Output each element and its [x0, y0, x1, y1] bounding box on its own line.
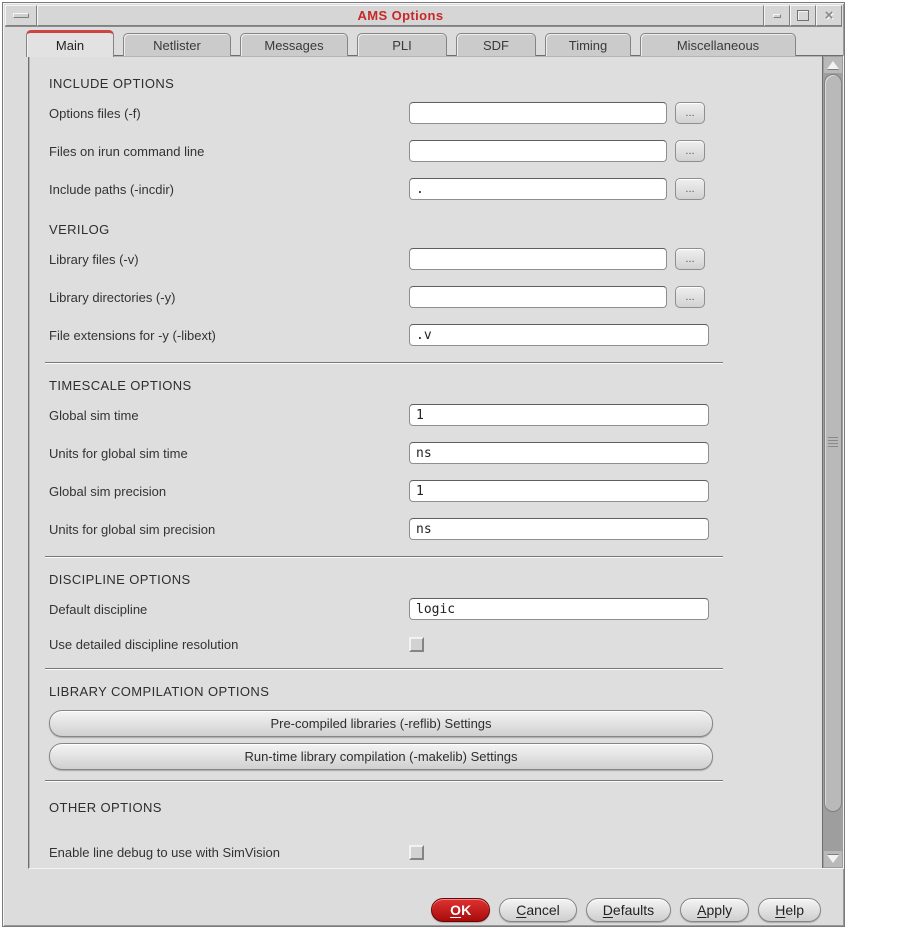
global-sim-precision-label: Global sim precision — [49, 483, 167, 499]
global-sim-time-label: Global sim time — [49, 407, 139, 423]
scrollbar-grip-icon — [828, 437, 838, 448]
window-menu-button[interactable] — [5, 5, 37, 26]
scroll-down-button[interactable] — [824, 851, 842, 867]
tab-pli[interactable]: PLI — [357, 33, 447, 56]
main-tab-panel: INCLUDE OPTIONS Options files (-f) ... F… — [28, 55, 844, 869]
default-discipline-label: Default discipline — [49, 601, 148, 617]
maximize-icon — [797, 10, 809, 21]
global-sim-time-units-input[interactable] — [409, 442, 709, 464]
ams-options-dialog: AMS Options × Main Netlister Messages PL… — [2, 2, 845, 927]
separator — [45, 362, 723, 364]
separator — [45, 780, 723, 782]
arrow-down-icon — [827, 855, 839, 863]
scrollbar-thumb[interactable] — [824, 74, 842, 812]
form-row: Enable line debug to use with SimVision — [29, 836, 822, 868]
tab-bar: Main Netlister Messages PLI SDF Timing M… — [5, 28, 842, 57]
line-debug-label: Enable line debug to use with SimVision — [49, 844, 281, 860]
detailed-discipline-label: Use detailed discipline resolution — [49, 636, 239, 652]
tab-timing[interactable]: Timing — [545, 33, 631, 56]
form-row: Default discipline — [29, 590, 822, 628]
global-sim-time-input[interactable] — [409, 404, 709, 426]
form-row: Include paths (-incdir) ... — [29, 170, 822, 208]
form-row: File extensions for -y (-libext) — [29, 316, 822, 354]
section-header-include-options: INCLUDE OPTIONS — [49, 76, 175, 91]
makelib-settings-button[interactable]: Run-time library compilation (-makelib) … — [49, 743, 713, 770]
form-row: Use detailed discipline resolution — [29, 628, 822, 660]
options-form: INCLUDE OPTIONS Options files (-f) ... F… — [29, 56, 822, 868]
library-files-browse-button[interactable]: ... — [675, 248, 705, 270]
scroll-up-button[interactable] — [824, 57, 842, 73]
default-discipline-input[interactable] — [409, 598, 709, 620]
form-row: Global sim precision — [29, 472, 822, 510]
library-files-input[interactable] — [409, 248, 667, 270]
detailed-discipline-checkbox[interactable] — [409, 636, 424, 652]
section-header-discipline-options: DISCIPLINE OPTIONS — [49, 572, 191, 587]
global-sim-precision-units-label: Units for global sim precision — [49, 521, 216, 537]
ok-button[interactable]: OK — [431, 898, 491, 922]
irun-files-label: Files on irun command line — [49, 143, 205, 159]
defaults-button[interactable]: Defaults — [585, 898, 672, 922]
library-dirs-label: Library directories (-y) — [49, 289, 176, 305]
section-header-timescale-options: TIMESCALE OPTIONS — [49, 378, 192, 393]
apply-button[interactable]: Apply — [680, 898, 750, 922]
form-row: Options files (-f) ... — [29, 94, 822, 132]
separator — [45, 556, 723, 558]
tab-sdf[interactable]: SDF — [456, 33, 536, 56]
vertical-scrollbar[interactable] — [822, 56, 843, 868]
tab-miscellaneous[interactable]: Miscellaneous — [640, 33, 796, 56]
form-row: Library files (-v) ... — [29, 240, 822, 278]
options-files-input[interactable] — [409, 102, 667, 124]
cancel-button[interactable]: Cancel — [499, 898, 577, 922]
section-header-library-compilation-options: LIBRARY COMPILATION OPTIONS — [49, 684, 270, 699]
libext-label: File extensions for -y (-libext) — [49, 327, 216, 343]
window-title: AMS Options — [37, 5, 764, 26]
global-sim-precision-input[interactable] — [409, 480, 709, 502]
tab-messages[interactable]: Messages — [240, 33, 348, 56]
include-paths-browse-button[interactable]: ... — [675, 178, 705, 200]
arrow-up-icon — [827, 61, 839, 69]
separator — [45, 668, 723, 670]
form-row: Global sim time — [29, 396, 822, 434]
include-paths-label: Include paths (-incdir) — [49, 181, 174, 197]
dialog-button-row: OK Cancel Defaults Apply Help — [431, 898, 821, 922]
form-row: Units for global sim time — [29, 434, 822, 472]
libext-input[interactable] — [409, 324, 709, 346]
irun-files-input[interactable] — [409, 140, 667, 162]
library-files-label: Library files (-v) — [49, 251, 139, 267]
form-row: Units for global sim precision — [29, 510, 822, 548]
line-debug-checkbox[interactable] — [409, 844, 424, 860]
options-files-browse-button[interactable]: ... — [675, 102, 705, 124]
tab-main[interactable]: Main — [26, 30, 114, 57]
form-row: Library directories (-y) ... — [29, 278, 822, 316]
minimize-button[interactable] — [764, 5, 790, 26]
tab-netlister[interactable]: Netlister — [123, 33, 231, 56]
minimize-icon — [773, 13, 781, 18]
close-icon: × — [824, 7, 834, 24]
window-menu-icon — [13, 13, 29, 18]
include-paths-input[interactable] — [409, 178, 667, 200]
options-files-label: Options files (-f) — [49, 105, 141, 121]
section-header-other-options: OTHER OPTIONS — [49, 800, 162, 815]
library-dirs-input[interactable] — [409, 286, 667, 308]
global-sim-time-units-label: Units for global sim time — [49, 445, 188, 461]
section-header-verilog: VERILOG — [49, 222, 110, 237]
help-button[interactable]: Help — [758, 898, 821, 922]
irun-files-browse-button[interactable]: ... — [675, 140, 705, 162]
global-sim-precision-units-input[interactable] — [409, 518, 709, 540]
library-dirs-browse-button[interactable]: ... — [675, 286, 705, 308]
form-row: Files on irun command line ... — [29, 132, 822, 170]
reflib-settings-button[interactable]: Pre-compiled libraries (-reflib) Setting… — [49, 710, 713, 737]
close-button[interactable]: × — [816, 5, 842, 26]
maximize-button[interactable] — [790, 5, 816, 26]
titlebar: AMS Options × — [5, 5, 842, 27]
